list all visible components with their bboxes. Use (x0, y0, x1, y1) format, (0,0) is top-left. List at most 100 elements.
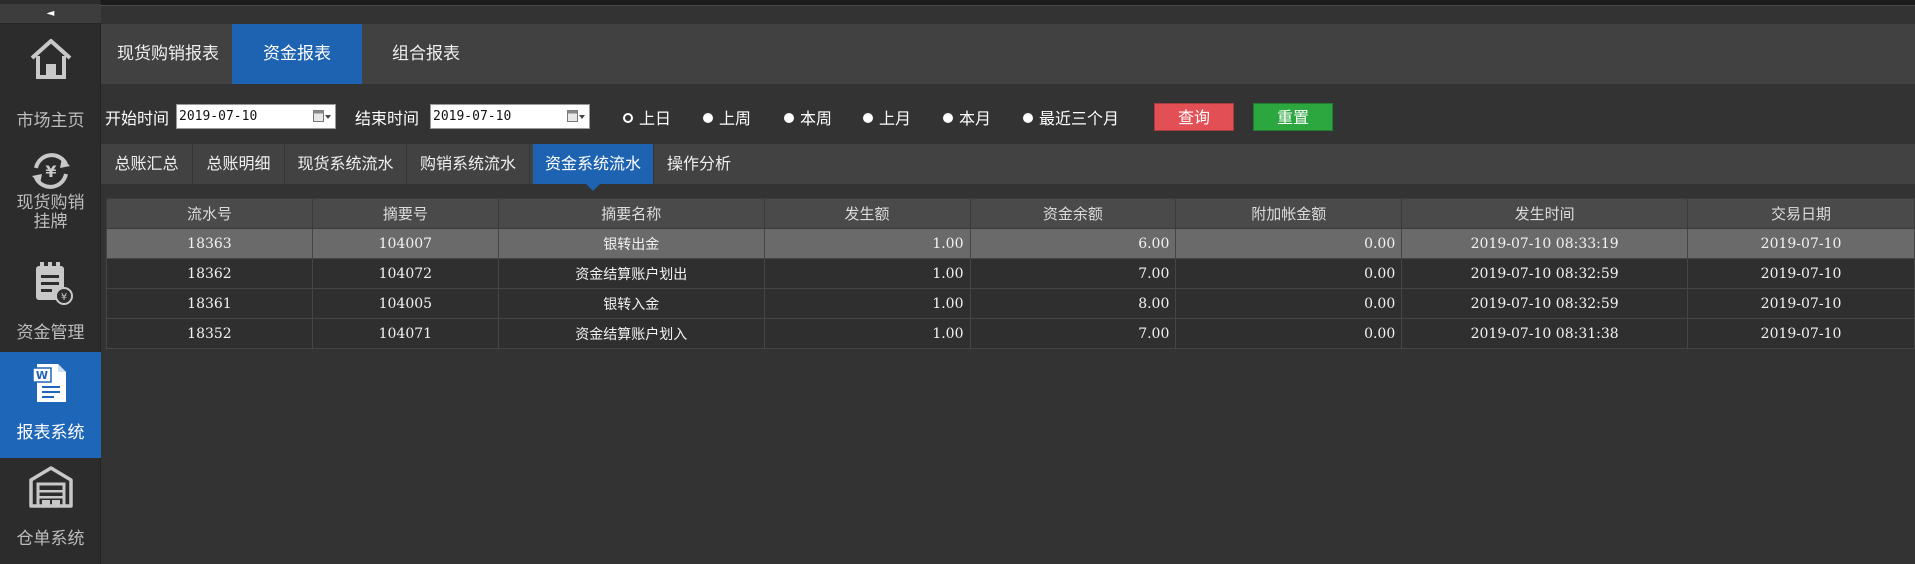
cell-trade-date: 2019-07-10 (1687, 318, 1915, 349)
radio-indicator (703, 113, 713, 123)
sidebar-item-market-home[interactable]: 市场主页 (0, 26, 101, 132)
cell-serial-no: 18363 (106, 228, 313, 259)
cell-summary-code: 104072 (311, 258, 499, 289)
radio-indicator (863, 113, 873, 123)
cell-occur-time: 2019-07-10 08:32:59 (1401, 258, 1689, 289)
range-radio-last-week[interactable]: 上周 (703, 105, 751, 129)
cell-summary-name: 银转出金 (497, 228, 765, 259)
subtab-ledger-detail[interactable]: 总账明细 (193, 144, 285, 184)
table-row[interactable]: 18362 104072 资金结算账户划出 1.00 7.00 0.00 201… (106, 258, 1915, 289)
radio-label: 最近三个月 (1039, 109, 1120, 128)
cell-extra-amount: 0.00 (1175, 228, 1403, 259)
cell-trade-date: 2019-07-10 (1687, 228, 1915, 259)
tab-spot-trading-report[interactable]: 现货购销报表 (105, 24, 231, 84)
svg-text:¥: ¥ (61, 292, 67, 303)
fund-flow-table: 流水号 摘要号 摘要名称 发生额 资金余额 附加帐金额 发生时间 交易日期 18… (106, 198, 1915, 349)
clipboard-money-icon: ¥ (36, 262, 73, 305)
yuan-exchange-icon: ¥ (32, 153, 70, 189)
cell-serial-no: 18361 (106, 288, 313, 319)
start-date-input[interactable]: 2019-07-10 (176, 104, 336, 129)
column-header-occur-time[interactable]: 发生时间 (1401, 198, 1689, 229)
radio-label: 上日 (639, 109, 672, 128)
table-row[interactable]: 18352 104071 资金结算账户划入 1.00 7.00 0.00 201… (106, 318, 1915, 349)
cell-summary-code: 104005 (311, 288, 499, 319)
radio-label: 上月 (879, 109, 912, 128)
calendar-dropdown-icon[interactable] (567, 110, 585, 123)
cell-occur-time: 2019-07-10 08:31:38 (1401, 318, 1689, 349)
radio-indicator (784, 113, 794, 123)
reset-button[interactable]: 重置 (1253, 103, 1333, 131)
radio-label: 上周 (719, 109, 752, 128)
sidebar-item-fund-management[interactable]: ¥ 资金管理 (0, 250, 101, 356)
query-button[interactable]: 查询 (1154, 103, 1234, 131)
tab-combined-report[interactable]: 组合报表 (369, 24, 483, 84)
column-header-extra-amount[interactable]: 附加帐金额 (1175, 198, 1403, 229)
svg-text:¥: ¥ (45, 162, 56, 181)
cell-extra-amount: 0.00 (1175, 258, 1403, 289)
range-radio-previous-day[interactable]: 上日 (623, 105, 671, 129)
range-radio-this-month[interactable]: 本月 (943, 105, 991, 129)
sidebar-item-label: 资金管理 (16, 323, 85, 343)
start-date-value: 2019-07-10 (179, 109, 258, 124)
range-radio-last-three-months[interactable]: 最近三个月 (1023, 105, 1119, 129)
end-date-input[interactable]: 2019-07-10 (430, 104, 590, 129)
cell-extra-amount: 0.00 (1175, 288, 1403, 319)
subtab-trade-system-flow[interactable]: 购销系统流水 (407, 144, 530, 184)
sidebar-collapse-button[interactable]: ◄ (0, 4, 101, 24)
tab-fund-report[interactable]: 资金报表 (232, 24, 362, 84)
cell-occur-time: 2019-07-10 08:33:19 (1401, 228, 1689, 259)
sidebar-item-label: 仓单系统 (16, 529, 85, 549)
column-header-summary-name[interactable]: 摘要名称 (497, 198, 765, 229)
cell-balance: 8.00 (969, 288, 1177, 319)
sidebar: ◄ 市场主页 ¥ 现货购销 挂牌 ¥ 资金管理 W 报表系统 仓单系统 (0, 0, 101, 564)
calendar-dropdown-icon[interactable] (313, 110, 331, 123)
column-header-trade-date[interactable]: 交易日期 (1687, 198, 1915, 229)
radio-label: 本周 (800, 109, 833, 128)
sidebar-item-label: 报表系统 (16, 423, 85, 443)
word-document-icon: W (32, 364, 66, 402)
cell-balance: 6.00 (969, 228, 1177, 259)
cell-amount: 1.00 (763, 258, 971, 289)
cell-summary-name: 银转入金 (497, 288, 765, 319)
sidebar-item-report-system[interactable]: W 报表系统 (0, 352, 101, 458)
table-row[interactable]: 18361 104005 银转入金 1.00 8.00 0.00 2019-07… (106, 288, 1915, 319)
column-header-balance[interactable]: 资金余额 (969, 198, 1177, 229)
radio-indicator (1023, 113, 1033, 123)
subtab-ledger-summary[interactable]: 总账汇总 (101, 144, 193, 184)
table-row[interactable]: 18363 104007 银转出金 1.00 6.00 0.00 2019-07… (106, 228, 1915, 259)
column-header-serial-no[interactable]: 流水号 (106, 198, 313, 229)
radio-label: 本月 (959, 109, 992, 128)
sidebar-item-spot-trading[interactable]: ¥ 现货购销 挂牌 (0, 138, 101, 244)
subtab-spot-system-flow[interactable]: 现货系统流水 (285, 144, 407, 184)
cell-serial-no: 18362 (106, 258, 313, 289)
subtab-operation-analysis[interactable]: 操作分析 (654, 144, 744, 184)
report-tab-bar: 现货购销报表 资金报表 组合报表 (101, 24, 1915, 84)
sidebar-item-warehouse-receipt[interactable]: 仓单系统 (0, 458, 101, 564)
end-time-label: 结束时间 (355, 109, 420, 128)
home-icon (30, 39, 72, 79)
cell-summary-name: 资金结算账户划出 (497, 258, 765, 289)
sidebar-item-label: 市场主页 (16, 111, 85, 131)
main-content: 现货购销报表 资金报表 组合报表 开始时间 2019-07-10 结束时间 20… (101, 6, 1915, 564)
cell-trade-date: 2019-07-10 (1687, 258, 1915, 289)
start-time-label: 开始时间 (105, 109, 170, 128)
svg-text:W: W (36, 369, 48, 382)
range-radio-last-month[interactable]: 上月 (863, 105, 911, 129)
cell-occur-time: 2019-07-10 08:32:59 (1401, 288, 1689, 319)
cell-summary-code: 104007 (311, 228, 499, 259)
range-radio-this-week[interactable]: 本周 (784, 105, 832, 129)
cell-summary-code: 104071 (311, 318, 499, 349)
column-header-amount[interactable]: 发生额 (763, 198, 971, 229)
cell-amount: 1.00 (763, 318, 971, 349)
warehouse-icon (29, 466, 73, 508)
cell-amount: 1.00 (763, 228, 971, 259)
cell-balance: 7.00 (969, 258, 1177, 289)
cell-extra-amount: 0.00 (1175, 318, 1403, 349)
radio-selected-indicator (623, 113, 633, 123)
column-header-summary-code[interactable]: 摘要号 (311, 198, 499, 229)
filter-bar: 开始时间 2019-07-10 结束时间 2019-07-10 上日 上周 本周… (101, 90, 1915, 140)
app-window: ◄ 市场主页 ¥ 现货购销 挂牌 ¥ 资金管理 W 报表系统 仓单系统 现货购销… (0, 0, 1915, 564)
subtab-fund-system-flow[interactable]: 资金系统流水 (533, 144, 654, 191)
cell-serial-no: 18352 (106, 318, 313, 349)
table-header-row: 流水号 摘要号 摘要名称 发生额 资金余额 附加帐金额 发生时间 交易日期 (106, 198, 1915, 229)
